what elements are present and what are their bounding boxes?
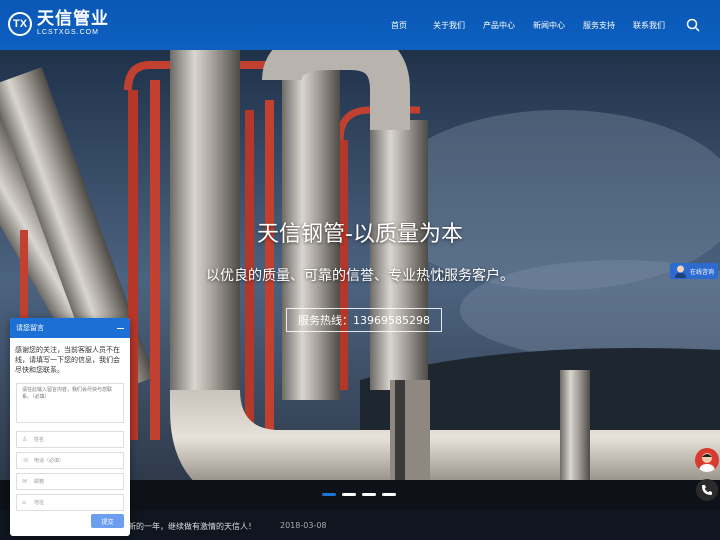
search-icon[interactable] bbox=[686, 18, 700, 32]
nav-about[interactable]: 关于我们 bbox=[424, 20, 474, 31]
minimize-icon[interactable] bbox=[117, 327, 124, 329]
message-widget-intro: 感谢您的关注，当前客服人员不在线，请填写一下您的信息，我们会尽快和您联系。 bbox=[15, 346, 120, 374]
user-icon: ♙ bbox=[22, 436, 28, 443]
message-widget: 请您留言 感谢您的关注，当前客服人员不在线，请填写一下您的信息，我们会尽快和您联… bbox=[10, 318, 130, 536]
email-placeholder: 邮箱 bbox=[34, 479, 45, 485]
nav-contact[interactable]: 联系我们 bbox=[624, 20, 674, 31]
phone-icon bbox=[702, 485, 712, 495]
hotline-button[interactable]: 服务热线：13969585298 bbox=[286, 308, 442, 332]
logo-mark: TX bbox=[8, 11, 32, 36]
agent-avatar[interactable] bbox=[695, 448, 719, 472]
carousel-dot-4[interactable] bbox=[382, 493, 396, 496]
hero-subtitle: 以优良的质量、可靠的信誉、专业热忱服务客户。 bbox=[206, 268, 514, 284]
carousel-dot-2[interactable] bbox=[342, 493, 356, 496]
site-header: TX 天信管业 LCSTXGS.COM 首页 关于我们 产品中心 新闻中心 服务… bbox=[0, 0, 720, 50]
address-placeholder: 地址 bbox=[34, 500, 45, 506]
nav-products[interactable]: 产品中心 bbox=[474, 20, 524, 31]
hero-title: 天信钢管-以质量为本 bbox=[257, 222, 463, 247]
nav-news[interactable]: 新闻中心 bbox=[524, 20, 574, 31]
message-textarea[interactable] bbox=[16, 383, 124, 423]
nav-support[interactable]: 服务支持 bbox=[574, 20, 624, 31]
carousel-dots bbox=[322, 493, 396, 496]
address-field[interactable]: ⌂ 地址 bbox=[16, 494, 124, 511]
carousel-dot-1[interactable] bbox=[322, 493, 336, 496]
main-nav: 首页 关于我们 产品中心 新闻中心 服务支持 联系我们 bbox=[374, 0, 674, 50]
name-field[interactable]: ♙ 姓名 bbox=[16, 431, 124, 448]
email-field[interactable]: ✉ 邮箱 bbox=[16, 473, 124, 490]
agent-avatar-icon bbox=[675, 265, 686, 278]
online-consult-label: 在线咨询 bbox=[689, 268, 714, 276]
site-logo[interactable]: TX 天信管业 LCSTXGS.COM bbox=[8, 10, 109, 37]
phone-button[interactable] bbox=[696, 479, 718, 501]
logo-name: 天信管业 bbox=[37, 9, 109, 29]
phone-placeholder: 电话（必填） bbox=[34, 458, 65, 464]
message-widget-header: 请您留言 bbox=[10, 318, 130, 338]
news-ticker-text[interactable]: 新的一年，继续做有激情的天信人！ bbox=[128, 521, 256, 532]
phone-field[interactable]: ☏ 电话（必填） bbox=[16, 452, 124, 469]
online-consult-button[interactable]: 在线咨询 bbox=[670, 263, 718, 279]
carousel-dot-3[interactable] bbox=[362, 493, 376, 496]
phone-icon: ☏ bbox=[22, 457, 30, 464]
nav-home[interactable]: 首页 bbox=[374, 20, 424, 31]
logo-url: LCSTXGS.COM bbox=[37, 29, 99, 36]
agent-face-icon bbox=[699, 453, 715, 472]
name-placeholder: 姓名 bbox=[34, 437, 45, 443]
location-icon: ⌂ bbox=[22, 499, 26, 506]
message-widget-title: 请您留言 bbox=[16, 324, 44, 332]
news-ticker-date: 2018-03-08 bbox=[280, 521, 327, 530]
submit-button[interactable]: 提交 bbox=[91, 514, 124, 528]
mail-icon: ✉ bbox=[22, 478, 28, 485]
